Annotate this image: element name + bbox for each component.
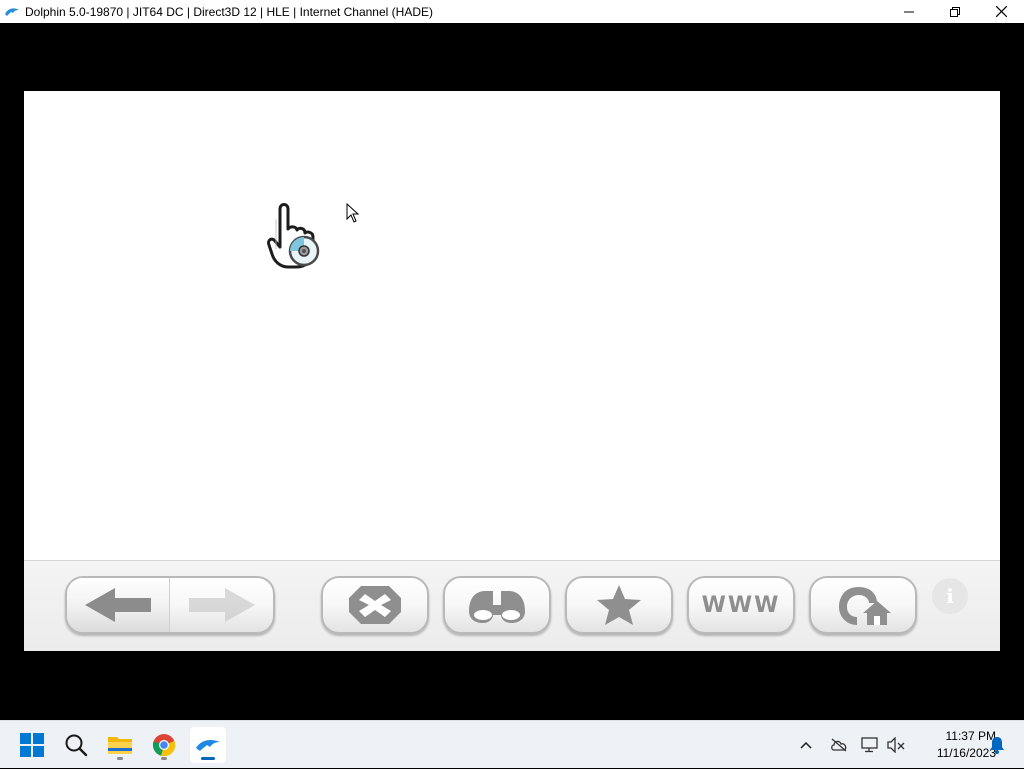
clock-time: 11:37 PM <box>945 729 996 743</box>
notifications-button[interactable] <box>986 721 1008 769</box>
info-button[interactable]: i <box>932 578 968 614</box>
search-icon <box>65 734 88 757</box>
volume-tray-button[interactable] <box>885 721 907 769</box>
forward-button[interactable] <box>170 578 273 632</box>
system-clock[interactable]: 11:37 PM 11/16/2023 <box>912 728 996 762</box>
clock-date: 11/16/2023 <box>936 746 996 760</box>
active-indicator <box>201 757 215 760</box>
network-tray-button[interactable] <box>859 721 881 769</box>
windows-start-icon <box>20 733 44 757</box>
close-icon <box>995 6 1007 17</box>
close-button[interactable] <box>978 0 1024 23</box>
title-bar: Dolphin 5.0-19870 | JIT64 DC | Direct3D … <box>0 0 1024 23</box>
taskbar-file-explorer[interactable] <box>102 727 138 763</box>
home-button[interactable] <box>809 576 917 634</box>
taskbar-chrome[interactable] <box>146 727 182 763</box>
mouse-cursor-icon <box>346 203 360 223</box>
game-render-area[interactable]: WWW i <box>0 23 1024 720</box>
info-label: i <box>946 584 954 608</box>
back-button[interactable] <box>67 578 170 632</box>
minimize-button[interactable] <box>886 0 932 23</box>
stop-button[interactable] <box>321 576 429 634</box>
taskbar-search-button[interactable] <box>58 727 94 763</box>
dolphin-icon <box>196 740 220 751</box>
wii-hand-pointer-icon <box>267 203 320 269</box>
show-hidden-icons-button[interactable] <box>796 721 816 769</box>
stop-x-icon <box>349 586 401 624</box>
chevron-up-icon <box>800 741 812 749</box>
home-page-icon <box>839 587 891 625</box>
restore-icon <box>950 6 960 17</box>
taskbar: 11:37 PM 11/16/2023 <box>0 720 1024 768</box>
restore-button[interactable] <box>932 0 978 23</box>
display-icon <box>861 737 878 753</box>
onedrive-offline-icon <box>831 738 847 752</box>
browser-content-area[interactable] <box>24 91 1000 560</box>
favorites-button[interactable] <box>565 576 673 634</box>
arrow-right-icon <box>188 588 255 622</box>
browser-toolbar: WWW i <box>24 560 1000 651</box>
search-button[interactable] <box>443 576 551 634</box>
file-explorer-icon <box>108 737 132 754</box>
www-label: WWW <box>701 592 781 618</box>
binoculars-icon <box>469 591 525 623</box>
onedrive-tray-button[interactable] <box>828 721 850 769</box>
running-indicator <box>117 757 123 760</box>
start-button[interactable] <box>14 727 50 763</box>
www-button[interactable]: WWW <box>687 576 795 634</box>
navigation-buttons <box>65 576 275 634</box>
minimize-icon <box>904 11 914 12</box>
window-title: Dolphin 5.0-19870 | JIT64 DC | Direct3D … <box>25 4 433 19</box>
chrome-icon <box>152 734 176 757</box>
window-controls <box>886 0 1024 23</box>
internet-channel-screen[interactable]: WWW i <box>24 91 1000 651</box>
star-icon <box>597 585 641 625</box>
running-indicator <box>161 757 167 760</box>
speaker-muted-icon <box>887 737 905 753</box>
notification-bell-icon <box>990 737 1004 754</box>
taskbar-dolphin[interactable] <box>190 727 226 763</box>
arrow-left-icon <box>85 588 151 622</box>
dolphin-icon <box>5 7 19 16</box>
